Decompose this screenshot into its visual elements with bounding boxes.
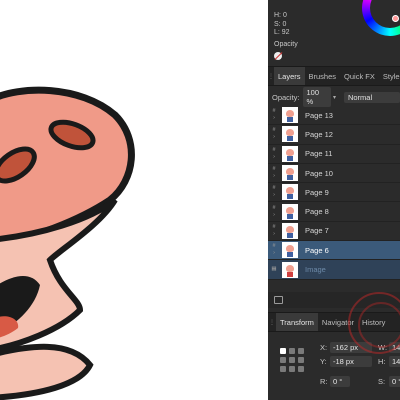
layer-row-page-6[interactable]: # › Page 6 (268, 241, 400, 261)
layer-row-page-11[interactable]: # › Page 11 (268, 145, 400, 164)
tab-style[interactable]: Style (379, 67, 400, 85)
layer-toggle-icons[interactable]: ▦ (268, 266, 280, 273)
pig-illustration (0, 86, 135, 400)
layer-toggle-icons[interactable]: # › (268, 205, 280, 219)
lightness-value: L: 92 (274, 29, 290, 36)
layer-row-image[interactable]: ▦ Image (268, 260, 400, 280)
tab-brushes[interactable]: Brushes (305, 67, 341, 85)
x-label: X: (320, 343, 328, 352)
layer-toggle-icons[interactable]: # › (268, 224, 280, 238)
tab-quick-fx[interactable]: Quick FX (340, 67, 379, 85)
chevron-down-icon[interactable]: ▾ (333, 94, 336, 101)
layer-name: Page 13 (305, 110, 333, 120)
layer-thumbnail (282, 222, 298, 239)
layer-row-page-12[interactable]: # › Page 12 (268, 125, 400, 145)
layer-toggle-icons[interactable]: # › (268, 147, 280, 161)
shear-label: S: (378, 377, 386, 386)
y-label: Y: (320, 357, 327, 366)
tab-layers[interactable]: Layers (274, 67, 305, 85)
shear-field[interactable]: 0 ° (389, 376, 400, 387)
layer-row-page-9[interactable]: # › Page 9 (268, 183, 400, 203)
layer-name: Page 9 (305, 187, 329, 197)
layer-options: Opacity: 100 % ▾ Normal (268, 87, 400, 107)
layer-list: # › Page 13 # › Page 12 # › Page 11 # › Page… (268, 106, 400, 280)
color-opacity-label: Opacity (274, 41, 298, 48)
saturation-value: S: 0 (274, 20, 287, 28)
panel-tabs: ⋮ Layers Brushes Quick FX Style (268, 66, 400, 86)
blend-mode-select[interactable]: Normal (343, 91, 400, 103)
lower-lip (0, 343, 94, 400)
layer-thumbnail (282, 184, 298, 201)
layer-thumbnail (282, 242, 298, 259)
y-field[interactable]: -18 px (330, 356, 372, 367)
layer-row-page-7[interactable]: # › Page 7 (268, 222, 400, 242)
layer-thumbnail (282, 203, 298, 220)
layer-name: Page 12 (305, 129, 333, 139)
layer-row-page-13[interactable]: # › Page 13 (268, 106, 400, 126)
layer-thumbnail (282, 261, 298, 278)
layer-opacity-field[interactable]: 100 % (302, 87, 331, 107)
layer-name: Page 8 (305, 207, 329, 217)
layer-name: Image (305, 265, 326, 275)
hue-value: H: 0 (274, 12, 287, 19)
layer-name: Page 7 (305, 226, 329, 236)
layer-row-page-8[interactable]: # › Page 8 (268, 202, 400, 222)
anchor-point-selector[interactable] (280, 348, 304, 372)
layer-thumbnail (282, 145, 298, 162)
layer-toggle-icons[interactable]: # › (268, 127, 280, 141)
tab-transform[interactable]: Transform (276, 313, 318, 331)
hsl-readout: H: 0 S: 0 L: 92 (274, 12, 290, 38)
no-color-icon[interactable] (274, 52, 282, 60)
grip-icon[interactable]: ⋮ (268, 313, 276, 331)
layer-toggle-icons[interactable]: # › (268, 166, 280, 180)
layer-thumbnail (282, 126, 298, 143)
color-wheel-handle[interactable] (392, 15, 399, 22)
layer-thumbnail (282, 107, 298, 124)
duplicate-layer-icon[interactable] (274, 296, 283, 304)
layer-toggle-icons[interactable]: # › (268, 243, 280, 257)
studio-panel: H: 0 S: 0 L: 92 Opacity ⋮ Layers Brushes… (268, 0, 400, 400)
layer-toggle-icons[interactable]: # › (268, 185, 280, 199)
h-label: H: (378, 357, 386, 366)
rotation-field[interactable]: 0 ° (330, 376, 350, 387)
rotation-label: R: (320, 377, 328, 386)
h-field[interactable]: 147 (389, 356, 400, 367)
drawing-canvas[interactable] (0, 0, 268, 400)
layer-opacity-label: Opacity: (272, 92, 300, 102)
layer-name: Page 6 (305, 245, 329, 255)
layer-row-page-10[interactable]: # › Page 10 (268, 164, 400, 184)
layer-toggle-icons[interactable]: # › (268, 108, 280, 122)
layer-thumbnail (282, 165, 298, 182)
layer-name: Page 10 (305, 168, 333, 178)
layer-name: Page 11 (305, 149, 333, 159)
